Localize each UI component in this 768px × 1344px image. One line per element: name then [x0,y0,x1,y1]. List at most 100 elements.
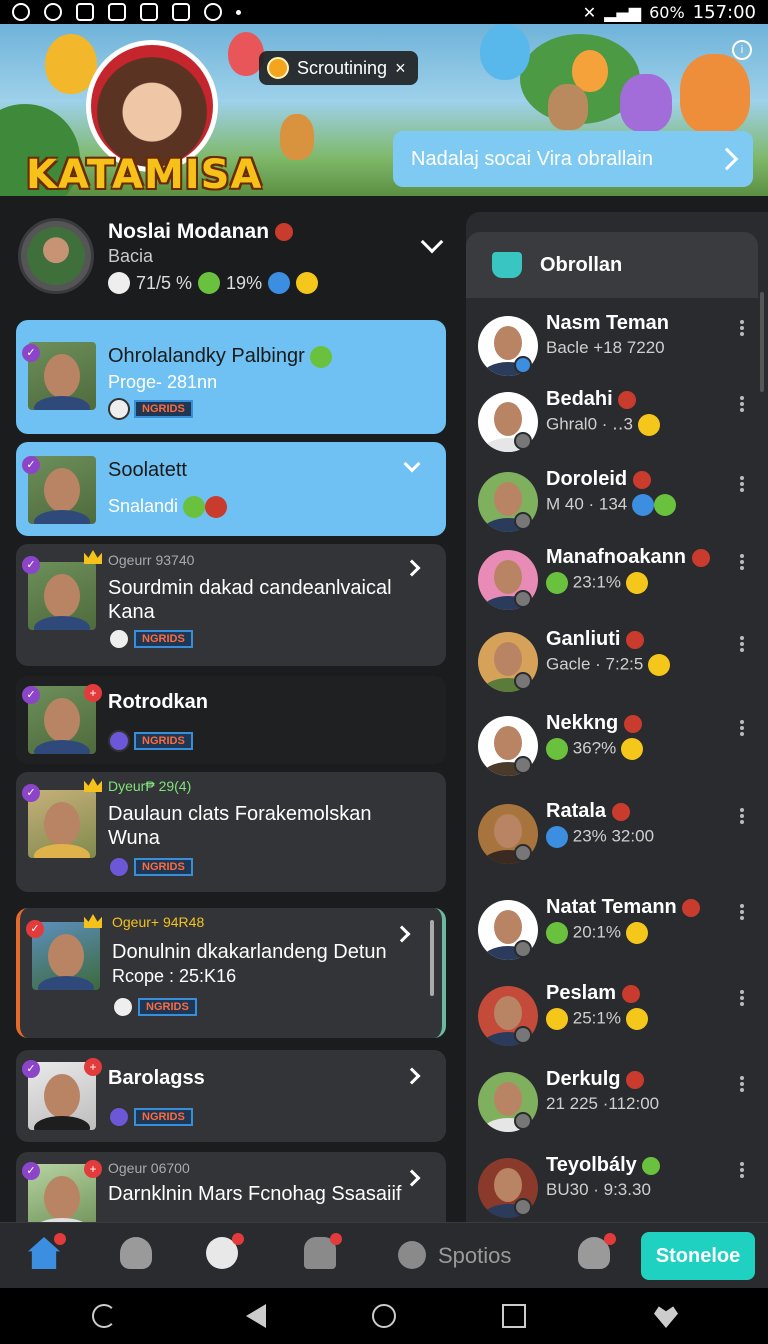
friend-item[interactable]: Peslam 25:1% [466,978,768,1058]
friends-panel-header[interactable]: Obrollan [466,232,758,298]
bottom-nav: Spotios Stoneloe [0,1222,768,1288]
home-icon[interactable] [28,1233,66,1269]
friend-name: Nasm Teman [546,312,670,334]
card-title: Rotrodkan [108,691,208,713]
card-meta: Dyeur₱ 29(4) [108,778,192,794]
recents-icon[interactable] [502,1304,526,1328]
cake-icon [205,496,228,519]
crown-icon [84,778,102,792]
feed-column: Noslai Modanan Bacia 71/5 % 19% ✓ Ohrola… [0,196,460,1232]
chevron-down-icon[interactable] [420,230,444,254]
location-icon [44,3,62,21]
status-icon [514,1026,532,1044]
smile-icon [654,494,676,516]
friend-subtitle: Gacle · 7:2:5 [546,654,671,676]
lock-icon[interactable] [304,1233,342,1269]
friends-panel: Obrollan Nasm Teman Bacle +18 7220 Bedah… [466,212,768,1222]
more-icon[interactable] [740,476,744,480]
more-icon[interactable] [740,396,744,400]
close-icon[interactable]: × [395,58,406,79]
more-icon[interactable] [740,1162,744,1166]
smile-icon [642,1156,661,1175]
crown-icon [84,550,102,564]
verified-icon: ✓ [22,784,40,802]
notification-badge: + [84,1160,102,1178]
profile-stats: 71/5 % 19% [108,272,319,294]
friend-name: Nekkng [546,712,642,735]
more-icon[interactable] [740,554,744,558]
friend-item[interactable]: Ratala 23% 32:00 [466,796,768,876]
avatar [28,790,96,858]
chevron-right-icon [715,147,739,171]
friend-item[interactable]: Manafnoakann 23:1% [466,542,768,622]
profile-name: Noslai Modanan [108,220,293,244]
badge-icon [623,714,642,733]
smile-icon [625,572,648,594]
list-item[interactable]: ✓ Ogeur+ 94R48 Donulnin dkakarlandeng De… [16,908,446,1038]
list-item[interactable]: ✓ + Barolagss NGRIDS [16,1050,446,1142]
primary-button[interactable]: Stoneloe [641,1232,755,1280]
emoji-icon[interactable] [206,1233,244,1269]
profile-icon[interactable] [120,1237,152,1269]
smile-icon [546,922,568,944]
card-meta: Ogeur+ 94R48 [112,914,205,930]
card-title: Ohrolalandky Palbingr [108,344,408,368]
list-item[interactable]: ✓ + Ogeur 06700 Darnklnin Mars Fcnohag S… [16,1152,446,1232]
badge-icon [618,390,637,409]
list-item[interactable]: ✓ Ohrolalandky Palbingr Proge- 281nn NGR… [16,320,446,434]
more-icon[interactable] [740,320,744,324]
friend-item[interactable]: Doroleid M 40 · 134 [466,464,768,544]
assistant-icon[interactable] [654,1306,678,1328]
avatar[interactable] [18,218,94,294]
more-icon[interactable] [740,1076,744,1080]
game-icon[interactable] [398,1241,426,1269]
mute-icon: ✕ [582,2,597,22]
list-item[interactable]: ✓ + Rotrodkan NGRIDS [16,676,446,764]
friend-name: Natat Temann [546,896,701,919]
more-icon[interactable] [740,990,744,994]
friend-subtitle: 20:1% [546,922,648,944]
more-icon[interactable] [740,808,744,812]
more-icon[interactable] [740,720,744,724]
friend-item[interactable]: Teyolbály BU30 · 9:3.30 [466,1150,768,1222]
nav-label[interactable]: Spotios [438,1243,511,1269]
verified-icon: ✓ [22,1060,40,1078]
verified-icon: ✓ [22,344,40,362]
friend-item[interactable]: Nekkng 36?% [466,708,768,788]
more-icon[interactable] [740,636,744,640]
friend-item[interactable]: Nasm Teman Bacle +18 7220 [466,308,768,388]
friend-name: Manafnoakann [546,546,710,569]
badge-icon [626,630,645,649]
card-meta: Ogeur 06700 [108,1160,190,1176]
list-item[interactable]: ✓ Ogeurr 93740 Sourdmin dakad candeanlva… [16,544,446,666]
badge-icon [274,223,293,242]
scrollbar[interactable] [430,920,434,996]
back-icon[interactable] [246,1304,266,1328]
list-item[interactable]: ✓ Dyeur₱ 29(4) Daulaun clats Forakemolsk… [16,772,446,892]
profile-summary[interactable]: Noslai Modanan Bacia 71/5 % 19% [16,216,446,306]
list-item[interactable]: ✓ Soolatett Snalandi [16,442,446,536]
card-title: Barolagss [108,1067,205,1089]
friend-item[interactable]: Ganliuti Gacle · 7:2:5 [466,624,768,704]
friend-subtitle: 36?% [546,738,643,760]
friend-item[interactable]: Derkulg 21 225 ·112:00 [466,1064,768,1144]
smile-icon [620,738,643,760]
friend-name: Bedahi [546,388,637,411]
cta-button[interactable]: Nadalaj socai Vira obrallain [393,131,753,187]
creature-illustration [280,114,314,160]
friend-name: Doroleid [546,468,651,491]
tag: NGRIDS [108,398,193,420]
settings-icon[interactable]: i [732,40,752,60]
verified-icon: ✓ [22,686,40,704]
friend-item[interactable]: Bedahi Ghral0 · ‥3 [466,384,768,464]
more-icon[interactable] [740,904,744,908]
home-button-icon[interactable] [372,1304,396,1328]
friend-subtitle: Ghral0 · ‥3 [546,414,660,436]
creature-illustration [548,84,588,130]
chevron-right-icon[interactable] [403,559,421,577]
filter-chip[interactable]: Scroutining × [259,51,418,85]
status-icon [514,940,532,958]
rotate-icon[interactable] [92,1304,116,1328]
add-friend-icon[interactable] [578,1233,616,1269]
friend-item[interactable]: Natat Temann 20:1% [466,892,768,972]
